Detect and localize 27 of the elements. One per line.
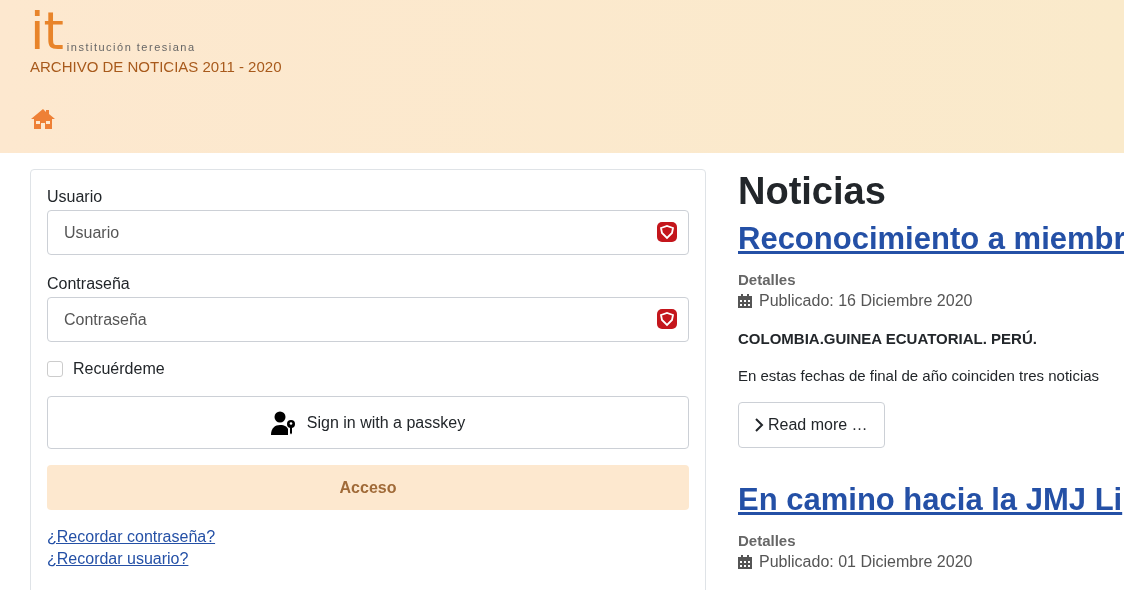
link[interactable]: ¿Recordar usuario? <box>47 550 189 568</box>
link[interactable]: ¿Recordar contraseña? <box>47 528 216 546</box>
checkbox[interactable] <box>47 361 63 377</box>
user-key-icon <box>270 410 297 435</box>
checkbox-label: Recuérdeme <box>73 360 165 378</box>
chevron-right-icon <box>755 418 764 432</box>
text-field[interactable]: Contraseña <box>47 297 689 342</box>
shield-icon[interactable] <box>657 309 677 329</box>
site-title: ARCHIVO DE NOTICIAS 2011 - 2020 <box>30 58 282 75</box>
details-label: Detalles <box>738 271 797 288</box>
shield-icon[interactable] <box>657 222 677 242</box>
passkey-button[interactable]: Sign in with a passkey <box>47 396 689 449</box>
publish-date: Publicado: 01 Diciembre 2020 <box>759 553 973 571</box>
publish-date: Publicado: 16 Diciembre 2020 <box>759 292 973 310</box>
section-heading: Noticias <box>738 169 887 213</box>
field-label: Usuario <box>47 188 104 206</box>
article-excerpt: En estas fechas de final de año coinciden tres noticias <box>738 367 1101 384</box>
calendar-icon <box>738 555 752 569</box>
text-field[interactable]: Usuario <box>47 210 689 255</box>
details-label: Detalles <box>738 532 797 549</box>
calendar-icon <box>738 294 752 308</box>
article-lead: COLOMBIA.GUINEA ECUATORIAL. PERÚ. <box>738 330 1038 347</box>
logo-text: institución teresiana <box>66 41 196 53</box>
field-label: Contraseña <box>47 275 131 293</box>
article-title-link[interactable]: En camino hacia la JMJ Li <box>738 482 1123 518</box>
read-more-button[interactable]: Read more … <box>738 402 885 448</box>
logo-mark: it <box>30 7 63 55</box>
